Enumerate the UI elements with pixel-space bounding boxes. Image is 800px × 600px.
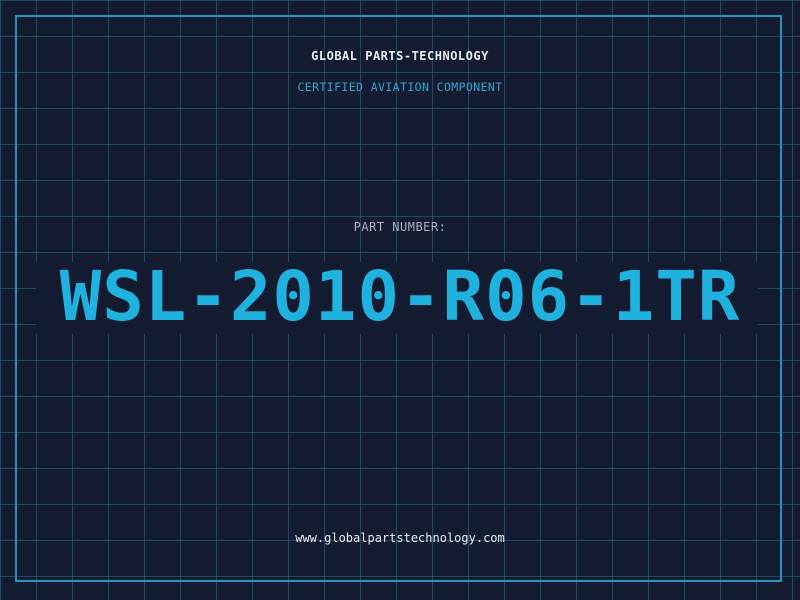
certification-subtitle: CERTIFIED AVIATION COMPONENT (297, 80, 503, 94)
certificate-canvas: GLOBAL PARTS-TECHNOLOGY CERTIFIED AVIATI… (0, 0, 800, 600)
website-url: www.globalpartstechnology.com (295, 531, 505, 545)
part-number-value: WSL-2010-R06-1TR (59, 257, 741, 337)
company-name: GLOBAL PARTS-TECHNOLOGY (311, 49, 489, 63)
part-number-label: PART NUMBER: (353, 220, 447, 234)
